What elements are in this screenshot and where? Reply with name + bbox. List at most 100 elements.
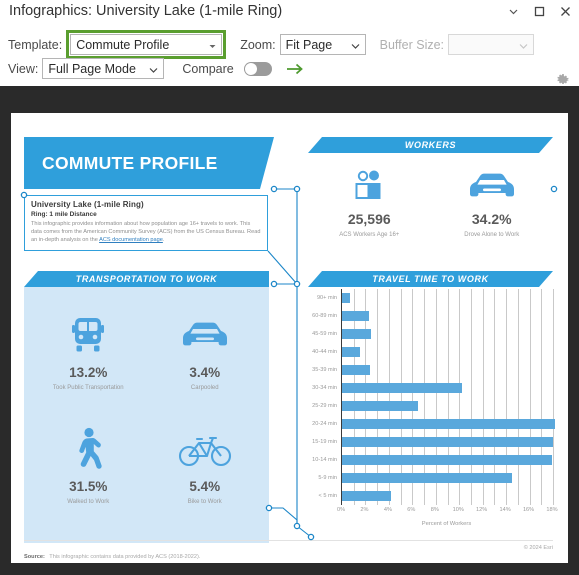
chart-x-tick-label: 18% bbox=[546, 507, 558, 513]
chart-bar[interactable] bbox=[342, 401, 419, 411]
chart-category-label: 90+ min bbox=[316, 295, 337, 301]
chevron-down-icon bbox=[351, 38, 360, 52]
toolbar-row-1: Template: Commute Profile Zoom: Fit Page… bbox=[8, 30, 535, 59]
chart-gridline bbox=[529, 289, 531, 505]
chart-plot-area bbox=[341, 289, 556, 505]
chart-gridline bbox=[517, 289, 519, 505]
chart-category-label: 60-89 min bbox=[312, 313, 337, 319]
workers-heading: WORKERS bbox=[404, 140, 457, 150]
stat-carpooled[interactable]: 3.4% Carpooled bbox=[147, 301, 264, 415]
infographic-page: COMMUTE PROFILE University Lake (1-mile … bbox=[11, 113, 568, 563]
description-subtitle: Ring: 1 mile Distance bbox=[31, 211, 97, 218]
collapse-icon[interactable] bbox=[506, 4, 521, 19]
acs-documentation-link[interactable]: ACS documentation page bbox=[99, 237, 163, 243]
chart-category-label: 25-29 min bbox=[312, 403, 337, 409]
zoom-label: Zoom: bbox=[240, 37, 276, 52]
buffer-size-dropdown bbox=[448, 34, 535, 55]
toolbar: Template: Commute Profile Zoom: Fit Page… bbox=[0, 26, 579, 86]
footer: Source: This infographic contains data p… bbox=[24, 545, 553, 563]
template-label: Template: bbox=[8, 37, 63, 52]
chart-x-tick-label: 10% bbox=[452, 507, 464, 513]
chart-bar[interactable] bbox=[342, 419, 556, 429]
transportation-stats: 13.2% Took Public Transportation 3.4% Ca… bbox=[24, 287, 269, 543]
stat-value: 31.5% bbox=[69, 479, 108, 494]
stat-caption: ACS Workers Age 16+ bbox=[339, 232, 400, 238]
view-label: View: bbox=[8, 61, 39, 76]
car-icon bbox=[179, 309, 231, 361]
infographic-title-banner[interactable]: COMMUTE PROFILE bbox=[24, 137, 274, 189]
car-icon bbox=[466, 165, 518, 207]
description-box[interactable]: University Lake (1-mile Ring) Ring: 1 mi… bbox=[24, 195, 268, 251]
chevron-down-icon bbox=[209, 38, 216, 52]
chart-gridline bbox=[541, 289, 543, 505]
travel-time-heading: TRAVEL TIME TO WORK bbox=[372, 274, 489, 284]
bicycle-icon bbox=[177, 423, 233, 475]
compare-toggle[interactable] bbox=[243, 61, 272, 76]
toggle-knob bbox=[244, 62, 257, 75]
copyright-text: © 2024 Esri bbox=[523, 545, 553, 551]
close-icon[interactable] bbox=[558, 4, 573, 19]
infographics-window: Infographics: University Lake (1-mile Ri… bbox=[0, 0, 579, 575]
workers-section-banner[interactable]: WORKERS bbox=[308, 137, 553, 153]
chart-category-label: 5-9 min bbox=[318, 475, 337, 481]
source-label: Source: bbox=[24, 554, 45, 560]
chart-bar[interactable] bbox=[342, 383, 462, 393]
stat-acs-workers[interactable]: 25,596 ACS Workers Age 16+ bbox=[308, 157, 431, 253]
people-icon bbox=[349, 165, 389, 207]
chart-bar[interactable] bbox=[342, 491, 392, 501]
stat-bike[interactable]: 5.4% Bike to Work bbox=[147, 415, 264, 529]
template-dropdown[interactable]: Commute Profile bbox=[70, 34, 223, 55]
template-value: Commute Profile bbox=[76, 37, 170, 52]
chart-bar[interactable] bbox=[342, 455, 552, 465]
title-bar: Infographics: University Lake (1-mile Ri… bbox=[0, 0, 579, 26]
description-body-tail: . bbox=[162, 237, 165, 244]
compare-label: Compare bbox=[182, 61, 234, 76]
view-dropdown[interactable]: Full Page Mode bbox=[42, 58, 165, 79]
chart-x-tick-label: 0% bbox=[336, 507, 346, 513]
stat-caption: Walked to Work bbox=[67, 499, 110, 505]
transportation-heading: TRANSPORTATION TO WORK bbox=[75, 274, 218, 284]
chart-x-tick-label: 16% bbox=[522, 507, 535, 513]
stat-value: 3.4% bbox=[189, 365, 221, 380]
chart-bar[interactable] bbox=[342, 329, 372, 339]
stat-caption: Bike to Work bbox=[187, 499, 222, 505]
chart-bar[interactable] bbox=[342, 347, 360, 357]
chart-x-tick-label: 2% bbox=[360, 507, 369, 513]
chart-bar[interactable] bbox=[342, 365, 371, 375]
buffer-size-label: Buffer Size: bbox=[379, 37, 445, 52]
stat-value: 13.2% bbox=[69, 365, 108, 380]
chart-category-label: < 5 min bbox=[318, 493, 338, 499]
chart-x-tick-label: 4% bbox=[383, 507, 392, 513]
toolbar-row-2: View: Full Page Mode Compare bbox=[8, 58, 304, 79]
chart-category-label: 40-44 min bbox=[312, 349, 337, 355]
chart-x-tick-label: 12% bbox=[476, 507, 488, 513]
stat-caption: Took Public Transportation bbox=[52, 385, 124, 391]
stat-drove-alone[interactable]: 34.2% Drove Alone to Work bbox=[431, 157, 554, 253]
travel-time-section-banner[interactable]: TRAVEL TIME TO WORK bbox=[308, 271, 553, 287]
description-title: University Lake (1-mile Ring) bbox=[31, 200, 144, 209]
run-arrow-icon[interactable] bbox=[286, 63, 304, 75]
footer-source: Source: This infographic contains data p… bbox=[24, 545, 200, 563]
chevron-down-icon bbox=[149, 62, 158, 76]
transportation-section-banner[interactable]: TRANSPORTATION TO WORK bbox=[24, 271, 269, 287]
chevron-down-icon bbox=[519, 38, 528, 52]
chart-bar[interactable] bbox=[342, 293, 351, 303]
chart-x-axis-title: Percent of Workers bbox=[421, 521, 472, 527]
preview-canvas: COMMUTE PROFILE University Lake (1-mile … bbox=[0, 86, 579, 575]
chart-bar[interactable] bbox=[342, 311, 369, 321]
description-body: This infographic provides information ab… bbox=[31, 220, 261, 244]
travel-time-chart[interactable]: 90+ min 60-89 min 45-59 min 40-44 min 35-39 … bbox=[293, 289, 565, 543]
workers-stats: 25,596 ACS Workers Age 16+ 34.2% Drove A… bbox=[308, 157, 553, 253]
zoom-dropdown[interactable]: Fit Page bbox=[279, 34, 366, 55]
stat-walked[interactable]: 31.5% Walked to Work bbox=[30, 415, 147, 529]
chart-gridline bbox=[553, 289, 554, 505]
chart-bar[interactable] bbox=[342, 473, 512, 483]
chart-category-label: 45-59 min bbox=[312, 331, 337, 337]
stat-value: 25,596 bbox=[347, 211, 391, 227]
chart-x-axis-labels: 0% 2% 4% 6% 8% 10% 12% 14% 16% 18% bbox=[337, 505, 558, 517]
chart-bar[interactable] bbox=[342, 437, 553, 447]
maximize-icon[interactable] bbox=[532, 4, 547, 19]
stat-public-transportation[interactable]: 13.2% Took Public Transportation bbox=[30, 301, 147, 415]
window-title: Infographics: University Lake (1-mile Ri… bbox=[9, 3, 283, 19]
chart-x-tick-label: 6% bbox=[407, 507, 416, 513]
